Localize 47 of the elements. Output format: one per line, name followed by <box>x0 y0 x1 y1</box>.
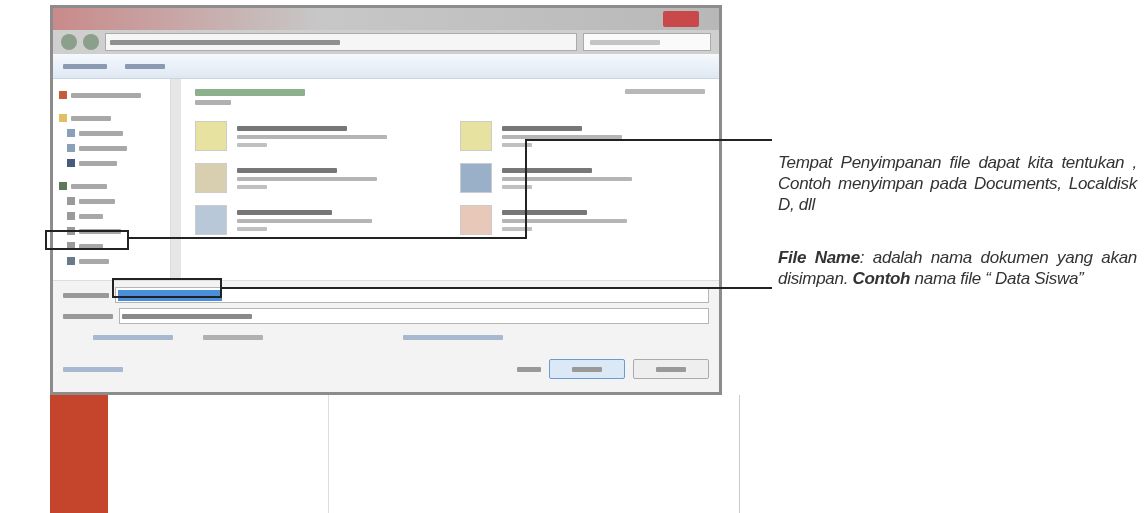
blurred-text-drawing <box>79 243 103 249</box>
save-button[interactable] <box>549 359 625 379</box>
blurred-text-drawing <box>63 313 113 319</box>
blurred-text-drawing <box>79 228 121 234</box>
blurred-text-drawing <box>656 366 686 372</box>
blurred-text-drawing <box>502 184 532 189</box>
file-icon <box>460 205 492 235</box>
address-field[interactable] <box>105 33 577 51</box>
blurred-text-drawing <box>79 258 109 264</box>
blurred-text-drawing <box>590 39 660 45</box>
blurred-text-drawing <box>79 213 103 219</box>
cancel-button[interactable] <box>633 359 709 379</box>
blurred-text-drawing <box>502 142 532 147</box>
blurred-text-drawing <box>79 130 123 136</box>
blurred-text-drawing <box>79 145 127 151</box>
blurred-text-drawing <box>63 63 107 69</box>
folder-icon <box>59 91 67 99</box>
file-icon <box>460 121 492 151</box>
file-icon <box>195 121 227 151</box>
blurred-text-drawing <box>237 142 267 147</box>
blurred-text-drawing <box>79 198 115 204</box>
blurred-text-drawing <box>517 366 541 372</box>
blurred-text-drawing <box>195 100 231 105</box>
blurred-text-drawing <box>237 226 267 231</box>
blurred-text-drawing <box>71 183 107 189</box>
search-field[interactable] <box>583 33 711 51</box>
file-type-dropdown[interactable] <box>119 308 709 324</box>
blurred-text-drawing <box>71 92 141 98</box>
annotation-text: Tempat Penyimpanan file dapat kita tentukan , Contoh menyimpan pada Documents, Localdisk D, dll <box>778 152 1137 215</box>
blurred-text-drawing <box>502 226 532 231</box>
scrollbar[interactable] <box>171 79 181 280</box>
blurred-text-drawing <box>79 160 117 166</box>
blurred-text-drawing <box>63 292 109 298</box>
blurred-text-drawing <box>63 366 123 372</box>
library-icon <box>67 197 75 205</box>
blurred-text-drawing <box>237 184 267 189</box>
file-icon <box>195 205 227 235</box>
file-icon <box>460 163 492 193</box>
blurred-text-drawing <box>125 63 165 69</box>
file-icon <box>195 163 227 193</box>
desktop-icon <box>59 182 67 190</box>
blurred-text-drawing <box>203 335 263 340</box>
forward-button[interactable] <box>83 34 99 50</box>
back-button[interactable] <box>61 34 77 50</box>
annotation-text: File Name: adalah nama dokumen yang akan disimpan. Contoh nama file “ Data Siswa” <box>778 247 1137 289</box>
blurred-text-drawing <box>71 115 111 121</box>
blurred-text-drawing <box>572 366 602 372</box>
